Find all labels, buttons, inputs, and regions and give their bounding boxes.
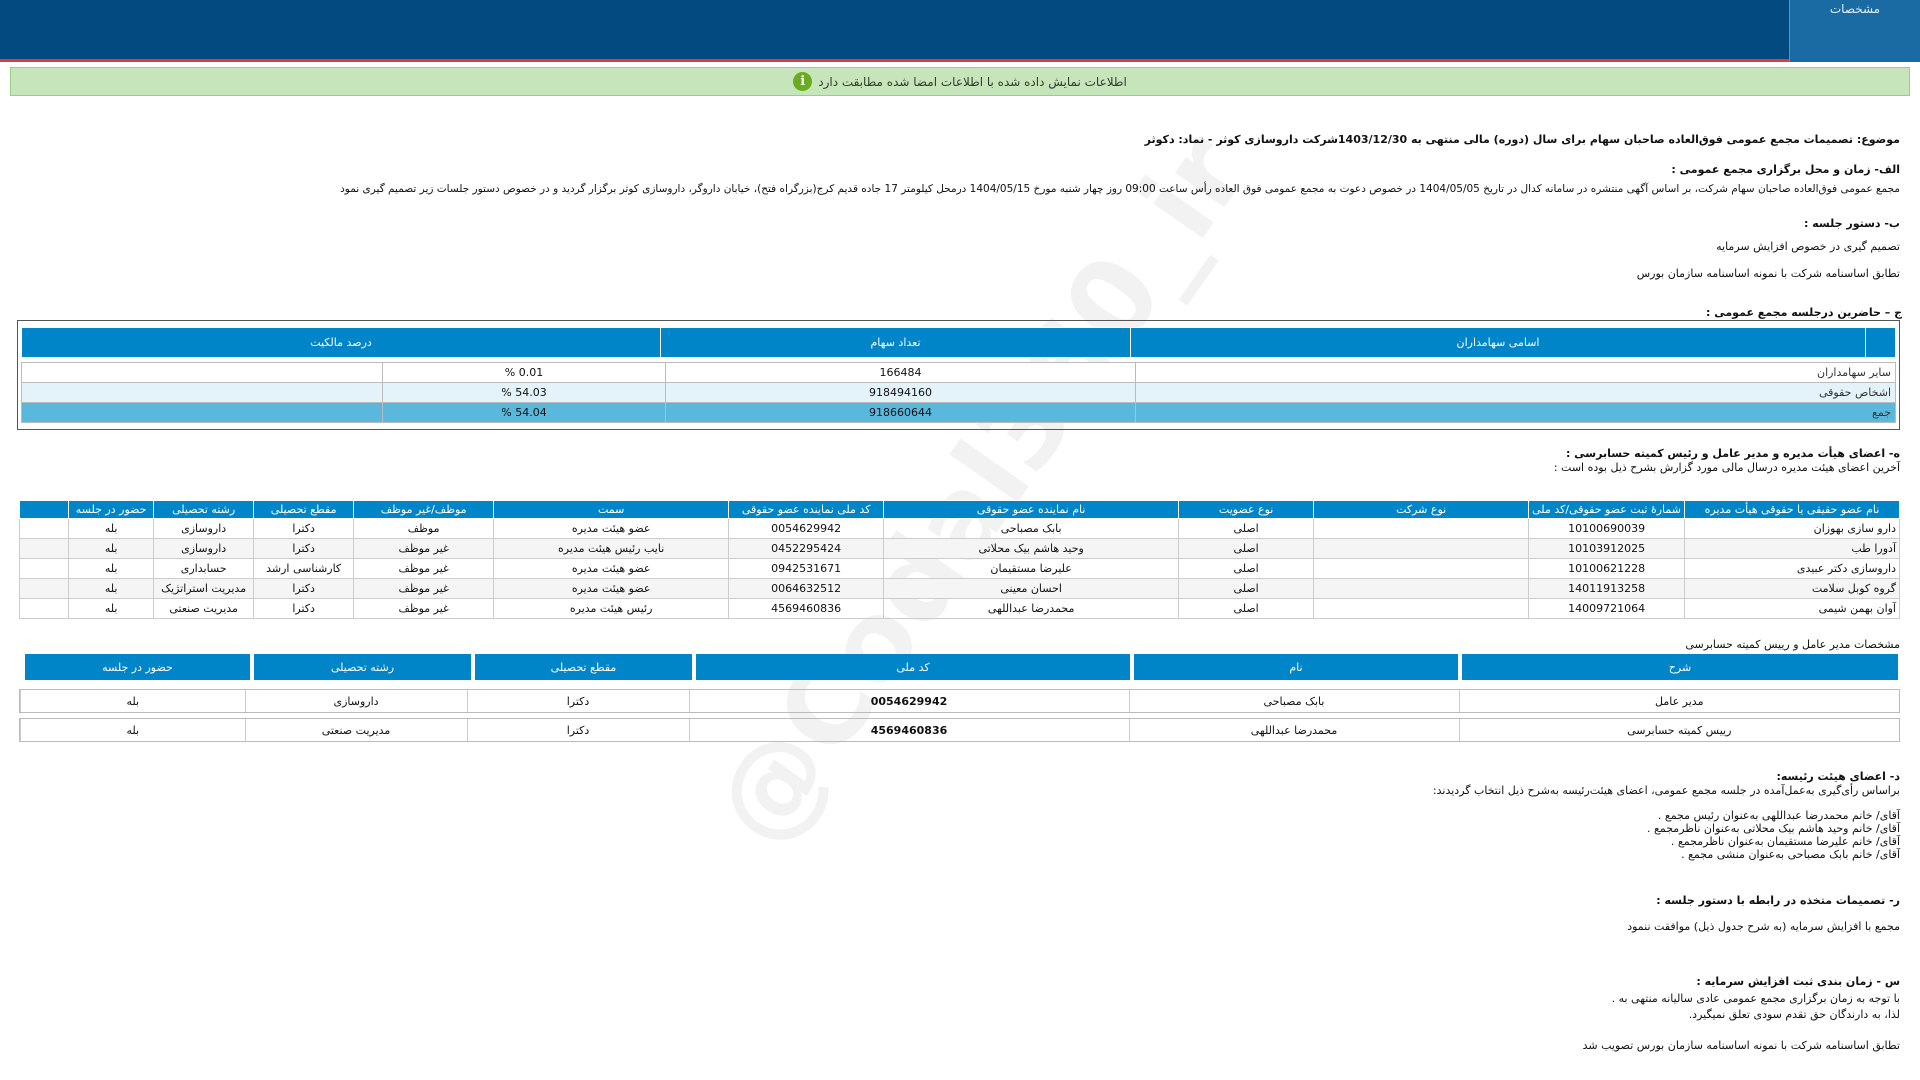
agenda-item: تصمیم گیری در خصوص افزایش سرمایه (1716, 240, 1900, 253)
ceo-section-title: مشخصات مدیر عامل و رییس کمیته حسابرسی (1685, 638, 1900, 651)
subject-title: موضوع: تصمیمات مجمع عمومی فوق‌العاده صاح… (1144, 133, 1900, 146)
section-dal-title: د- اعضای هیئت رئیسه: (1776, 770, 1900, 783)
table-row: داروسازی دکتر عبیدی 10100621228 اصلی علی… (18, 558, 1900, 579)
board-table-header: نام عضو حقیقی یا حقوقی هیأت مدیره شمارهٔ… (18, 500, 1900, 519)
presidium-member: آقای/ خانم محمدرضا عبداللهی به‌عنوان رئی… (1657, 809, 1900, 822)
shareholders-table-header: اسامی سهامداران تعداد سهام درصد مالکیت (21, 327, 1896, 358)
section-sin-title: س - زمان بندی ثبت افزایش سرمایه : (1696, 975, 1900, 988)
header-spacer (1865, 327, 1896, 358)
watermark: @Codal360_ir (688, 111, 1272, 869)
top-header-bar: مشخصات (0, 0, 1920, 62)
section-re-title: ر- تصمیمات متخذه در رابطه با دستور جلسه … (1656, 894, 1900, 907)
table-row: دارو سازی بهوزان 10100690039 اصلی بابک م… (18, 518, 1900, 539)
info-icon: i (793, 72, 813, 91)
section-sin-line1: با توجه به زمان برگزاری مجمع عمومی عادی … (1611, 992, 1900, 1005)
section-alef-text: مجمع عمومی فوق‌العاده صاحبان سهام شرکت، … (340, 183, 1900, 195)
audit-committee-row: رییس کمیته حسابرسی محمدرضا عبداللهی 4569… (19, 718, 1900, 742)
section-alef-title: الف- زمان و محل برگزاری مجمع عمومی : (1671, 163, 1900, 176)
table-row: آدورا طب 10103912025 اصلی وحید هاشم بیک … (18, 538, 1900, 559)
table-row-total: جمع 918660644 54.04 % (21, 402, 1896, 423)
section-sin-line3: تطابق اساسنامه شرکت با نمونه اساسنامه سا… (1582, 1039, 1900, 1052)
section-dal-intro: براساس رأی‌گیری به‌عمل‌آمده در جلسه مجمع… (1432, 784, 1900, 797)
shareholders-table: اسامی سهامداران تعداد سهام درصد مالکیت س… (17, 320, 1900, 430)
board-members-table: نام عضو حقیقی یا حقوقی هیأت مدیره شمارهٔ… (18, 500, 1900, 619)
agenda-item: تطابق اساسنامه شرکت با نمونه اساسنامه سا… (1636, 267, 1900, 280)
header-ownership-percent: درصد مالکیت (21, 327, 661, 358)
table-row: اشخاص حقوقی 918494160 54.03 % (21, 382, 1896, 403)
section-re-text: مجمع با افزایش سرمایه (به شرح جدول ذیل) … (1627, 920, 1900, 933)
shareholders-table-body: سایر سهامداران 166484 0.01 % اشخاص حقوقی… (21, 362, 1896, 423)
presidium-member: آقای/ خانم وحید هاشم بیک محلاتی به‌عنوان… (1647, 822, 1900, 835)
alert-text: اطلاعات نمایش داده شده با اطلاعات امضا ش… (818, 74, 1127, 89)
section-be-title: ب- دستور جلسه : (1804, 217, 1900, 230)
table-row: گروه کوبل سلامت 14011913258 اصلی احسان م… (18, 578, 1900, 599)
ceo-table-header: شرح نام کد ملی مقطع تحصیلی رشته تحصیلی ح… (21, 654, 1898, 680)
section-jim-title: ج – حاضرین درجلسه مجمع عمومی : (1706, 306, 1902, 319)
section-he-title: ه- اعضای هیأت مدیره و مدیر عامل و رئیس ک… (1565, 447, 1900, 460)
table-row: سایر سهامداران 166484 0.01 % (21, 362, 1896, 383)
ceo-row: مدیر عامل بابک مصباحی 0054629942 دکترا د… (19, 689, 1900, 713)
presidium-member: آقای/ خانم علیرضا مستقیمان به‌عنوان ناظر… (1670, 835, 1900, 848)
header-shareholder-name: اسامی سهامداران (1130, 327, 1866, 358)
tab-specifications[interactable]: مشخصات (1789, 0, 1920, 62)
verification-alert: اطلاعات نمایش داده شده با اطلاعات امضا ش… (10, 67, 1910, 96)
section-he-subtitle: آخرین اعضای هیئت مدیره درسال مالی مورد گ… (1553, 461, 1900, 474)
header-share-count: تعداد سهام (660, 327, 1131, 358)
presidium-member: آقای/ خانم بابک مصباحی به‌عنوان منشی مجم… (1681, 848, 1900, 861)
section-sin-line2: لذا، به دارندگان حق تقدم سودی تعلق نمیگی… (1688, 1008, 1900, 1021)
table-row: آوان بهمن شیمی 14009721064 اصلی محمدرضا … (18, 598, 1900, 619)
